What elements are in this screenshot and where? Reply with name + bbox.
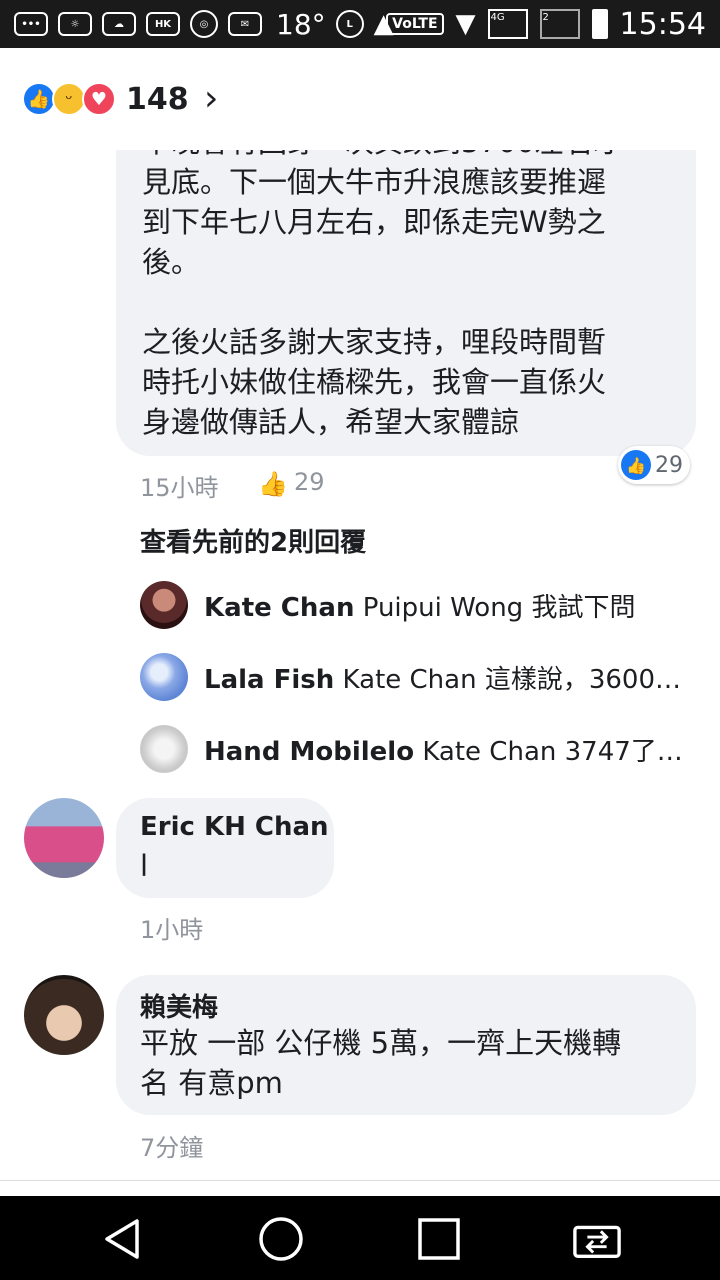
signal-2-icon: 2 [539,9,580,39]
mail-icon: ✉ [228,12,262,36]
home-icon[interactable] [256,1214,306,1264]
reaction-icons: 👍 ᵕ ♥ [22,82,116,116]
comment-like-count[interactable]: 29 [294,468,325,496]
signal-icon: 4G [487,9,528,39]
more-icon: ••• [14,12,48,36]
comment-bubble: Eric KH Chan l [116,798,334,898]
wifi-icon: ▼ [455,9,476,39]
comment-timestamp: 1小時 [140,916,204,944]
like-icon: 👍 [621,450,651,480]
battery-icon [591,9,608,39]
comment-timestamp: 7分鐘 [140,1134,204,1162]
haha-reaction-icon: ᵕ [52,82,86,116]
chevron-right-icon[interactable]: › [204,78,218,119]
temperature: 18° [276,7,326,41]
reply-author[interactable]: Lala Fish [204,665,334,695]
avatar[interactable] [24,798,104,878]
badge-like-count: 29 [655,452,683,478]
recent-apps-icon[interactable] [414,1214,464,1264]
thumbs-up-icon[interactable]: 👍 [258,470,288,498]
reply-text: Kate Chan 這樣說，3600是入… [342,664,700,695]
avatar[interactable] [24,975,104,1055]
navigation-bar [0,1196,720,1280]
back-icon[interactable] [98,1214,148,1264]
reply-item[interactable]: Hand Mobilelo Kate Chan 3747了依家 [140,724,700,774]
volte-indicator: VoLTE [386,13,444,35]
comment-text: l [140,849,149,883]
comment-author[interactable]: 賴美梅 [140,987,218,1024]
view-previous-replies-link[interactable]: 查看先前的2則回覆 [140,522,366,559]
divider [0,1180,720,1181]
target-icon: ◎ [190,10,218,38]
reply-text: Puipui Wong 我試下問 [362,592,636,623]
avatar[interactable] [140,653,188,701]
comment-bubble: 賴美梅 平放 一部 公仔機 5萬，一齊上天機轉 名 有意pm [116,975,696,1115]
reply-text: Kate Chan 3747了依家 [422,736,700,767]
reactions-header[interactable]: 👍 ᵕ ♥ 148 › [0,48,720,148]
avatar[interactable] [140,725,188,773]
comment-text: 早晚會有回穿一次其跌到3700左右才 見底。下一個大牛市升浪應該要推遲 到下年七… [142,150,622,439]
cloud-icon: ☁ [102,12,136,36]
reply-item[interactable]: Kate Chan Puipui Wong 我試下問 [140,580,700,630]
reply-author[interactable]: Hand Mobilelo [204,737,414,767]
status-bar: ••• ☼ ☁ HK ◎ ✉ 18° L ▲ VoLTE ▼ 4G 2 15:5… [0,0,720,48]
comment-like-badge[interactable]: 👍 29 [618,446,690,484]
reply-item[interactable]: Lala Fish Kate Chan 這樣說，3600是入… [140,652,700,702]
comment-timestamp: 15小時 [140,474,219,502]
comment-bubble: 早晚會有回穿一次其跌到3700左右才 見底。下一個大牛市升浪應該要推遲 到下年七… [116,150,696,456]
comment-author[interactable]: Eric KH Chan [140,812,329,842]
love-reaction-icon: ♥ [82,82,116,116]
switch-app-icon[interactable] [572,1214,622,1264]
hktv-icon: HK [146,12,180,36]
clock: 15:54 [619,6,706,42]
line-icon: L [335,10,364,38]
like-reaction-icon: 👍 [22,82,56,116]
reaction-count: 148 [126,82,189,117]
comment-text: 平放 一部 公仔機 5萬，一齊上天機轉 名 有意pm [140,1026,622,1100]
weather-icon: ☼ [58,12,92,36]
avatar[interactable] [140,581,188,629]
reply-author[interactable]: Kate Chan [204,593,354,623]
